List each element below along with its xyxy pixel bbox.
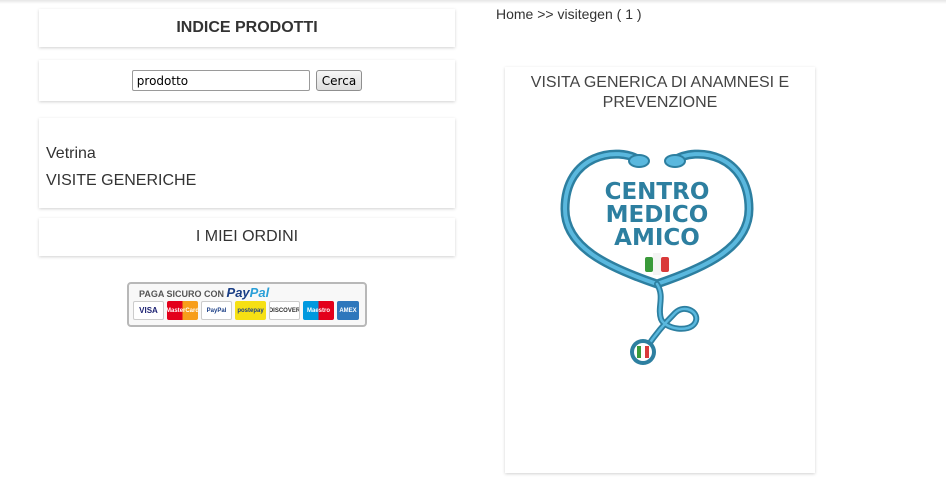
product-index-title: INDICE PRODOTTI [176, 19, 318, 36]
logo-line-3: AMICO [614, 225, 700, 251]
postepay-card-icon: postepay [235, 301, 266, 320]
category-panel: Vetrina VISITE GENERICHE [39, 118, 455, 208]
product-title[interactable]: VISITA GENERICA DI ANAMNESI E PREVENZION… [515, 73, 805, 113]
breadcrumb: Home >> visitegen ( 1 ) [496, 6, 642, 22]
search-input[interactable] [131, 70, 310, 91]
paypal-badge: PAGA SICURO CON PayPal VISA MasterCard P… [127, 282, 367, 327]
top-shadow-bar [0, 0, 946, 4]
category-link-visite-generiche[interactable]: VISITE GENERICHE [46, 167, 455, 194]
breadcrumb-separator: >> [537, 6, 554, 22]
my-orders-link[interactable]: I MIEI ORDINI [196, 228, 298, 246]
earpiece-right-icon [664, 154, 686, 168]
discover-card-icon: DISCOVER [269, 301, 300, 320]
maestro-card-icon: Maestro [303, 301, 334, 320]
breadcrumb-home-link[interactable]: Home [496, 6, 533, 22]
visa-card-icon: VISA [133, 301, 164, 320]
breadcrumb-count: ( 1 ) [616, 6, 642, 22]
search-button[interactable]: Cerca [315, 70, 363, 91]
product-index-panel: INDICE PRODOTTI [39, 9, 455, 47]
breadcrumb-current: visitegen [557, 6, 613, 22]
category-link-vetrina[interactable]: Vetrina [46, 140, 455, 167]
mastercard-icon: MasterCard [167, 301, 198, 320]
centro-medico-amico-logo[interactable]: CENTRO MEDICO AMICO [557, 147, 757, 367]
paypal-heading: PAGA SICURO CON PayPal [139, 285, 270, 300]
search-panel: Cerca [39, 60, 455, 101]
italian-flag-icon [645, 253, 669, 275]
paypal-card-icon: PayPal [201, 301, 232, 320]
product-card[interactable]: VISITA GENERICA DI ANAMNESI E PREVENZION… [505, 67, 815, 473]
amex-card-icon: AMEX [337, 301, 359, 320]
payment-cards-row: VISA MasterCard PayPal postepay DISCOVER… [133, 301, 359, 320]
my-orders-panel[interactable]: I MIEI ORDINI [39, 218, 455, 256]
earpiece-left-icon [628, 154, 650, 168]
